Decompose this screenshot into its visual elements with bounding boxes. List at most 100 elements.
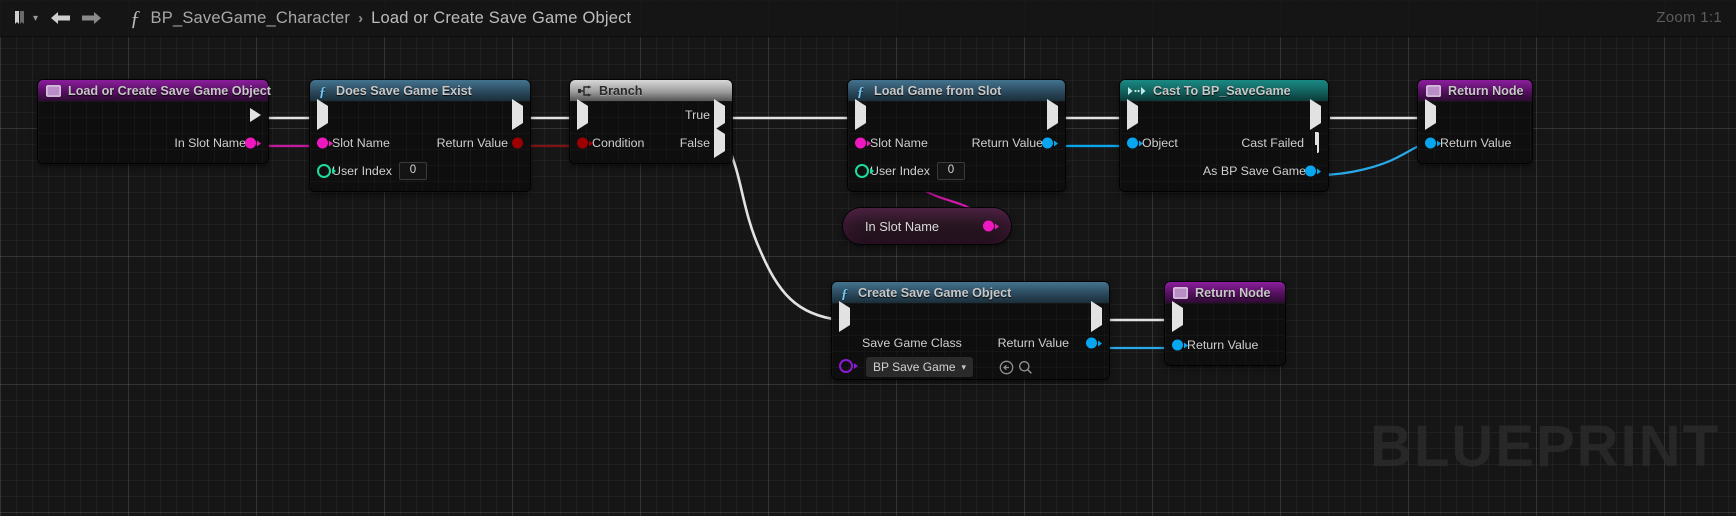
breadcrumb-item-blueprint[interactable]: BP_SaveGame_Character: [151, 9, 351, 28]
node-cast-to-bp-savegame[interactable]: Cast To BP_SaveGame Object Cast Failed A…: [1120, 80, 1328, 191]
node-return-top[interactable]: Return Node Return Value: [1418, 80, 1532, 163]
pin-row-exec[interactable]: [1165, 301, 1285, 332]
save-game-class-combobox[interactable]: BP Save Game ▾: [866, 357, 974, 377]
class-in-pin[interactable]: [839, 359, 858, 374]
object-out-pin[interactable]: [1086, 337, 1102, 349]
exec-out-false-pin[interactable]: [714, 127, 725, 158]
pin-label: Slot Name: [870, 136, 928, 150]
node-create-save-game-object[interactable]: ƒ Create Save Game Object Save Game Clas…: [832, 282, 1109, 379]
pin-row-exec-out[interactable]: [38, 101, 268, 129]
pin-row-exec-true[interactable]: True: [570, 99, 732, 130]
pin-row-exec[interactable]: [832, 301, 1109, 332]
exec-out-cast-failed-pin[interactable]: [1317, 132, 1319, 153]
pin-row-user-index[interactable]: User Index 0: [848, 157, 1065, 185]
node-header: ƒ Load Game from Slot: [848, 80, 1065, 101]
blueprint-watermark: BLUEPRINT: [1370, 414, 1720, 479]
node-header: ƒ Create Save Game Object: [832, 282, 1109, 303]
chevron-down-icon[interactable]: ▾: [33, 13, 38, 24]
pin-row-as-bp-save-game[interactable]: As BP Save Game: [1120, 157, 1328, 185]
pin-label: In Slot Name: [174, 136, 246, 150]
svg-text:ƒ: ƒ: [319, 85, 326, 98]
function-f-icon: ƒ: [318, 84, 329, 98]
node-load-game-from-slot[interactable]: ƒ Load Game from Slot Slot Name Return V…: [848, 80, 1065, 191]
object-out-pin[interactable]: [1042, 137, 1058, 149]
pin-row-save-game-class-label: Save Game Class Return Value: [832, 331, 1109, 355]
pin-label: Object: [1142, 136, 1178, 150]
pin-row-slot-name[interactable]: Slot Name Return Value: [310, 129, 530, 157]
exec-in-pin[interactable]: [1172, 301, 1183, 332]
node-title: Create Save Game Object: [858, 285, 1012, 300]
object-in-pin[interactable]: [1425, 137, 1441, 149]
function-f-icon: ƒ: [130, 5, 141, 30]
pin-row-return-value[interactable]: Return Value: [1165, 331, 1285, 359]
node-return-bottom[interactable]: Return Node Return Value: [1165, 282, 1285, 365]
function-f-icon: ƒ: [856, 84, 867, 98]
pin-row-condition-false[interactable]: Condition False: [570, 127, 732, 158]
node-does-save-game-exist[interactable]: ƒ Does Save Game Exist Slot Name Return …: [310, 80, 530, 191]
function-entry-icon: [46, 84, 61, 97]
pin-label-return-value: Return Value: [997, 336, 1069, 350]
node-function-entry[interactable]: Load or Create Save Game Object In Slot …: [38, 80, 271, 163]
object-out-pin[interactable]: [1305, 165, 1321, 177]
pin-row-in-slot-name[interactable]: In Slot Name: [38, 129, 268, 157]
bookmark-icon[interactable]: [6, 5, 32, 31]
object-in-pin[interactable]: [1172, 339, 1188, 351]
pin-row-exec[interactable]: [310, 99, 530, 130]
object-in-pin[interactable]: [1127, 137, 1143, 149]
pin-label: Return Value: [1187, 338, 1259, 352]
node-header: Return Node: [1165, 282, 1285, 303]
bool-out-pin[interactable]: [512, 137, 523, 149]
function-f-icon: ƒ: [840, 286, 851, 300]
exec-out-pin[interactable]: [250, 108, 261, 122]
graph-toolbar: ▾ ƒ BP_SaveGame_Character › Load or Crea…: [0, 0, 1736, 37]
back-arrow-icon[interactable]: [46, 5, 76, 31]
svg-text:ƒ: ƒ: [841, 287, 848, 300]
pin-row-object-castfailed[interactable]: Object Cast Failed: [1120, 129, 1328, 157]
exec-out-pin[interactable]: [1047, 99, 1058, 130]
name-out-pin[interactable]: [245, 137, 261, 149]
exec-in-pin[interactable]: [855, 99, 866, 130]
node-variable-getter-in-slot-name[interactable]: In Slot Name: [843, 208, 1011, 244]
search-icon[interactable]: [1017, 359, 1034, 376]
breadcrumb-separator: ›: [358, 9, 364, 27]
forward-arrow-icon[interactable]: [76, 5, 106, 31]
branch-icon: [578, 85, 592, 97]
node-branch[interactable]: Branch True Condition False: [570, 80, 732, 163]
exec-out-pin[interactable]: [512, 99, 523, 130]
pin-row-exec[interactable]: [1418, 99, 1532, 130]
node-title: Return Node: [1448, 83, 1524, 98]
pin-label: User Index: [870, 164, 930, 178]
pin-row-exec[interactable]: [848, 99, 1065, 130]
breadcrumb-item-graph[interactable]: Load or Create Save Game Object: [371, 9, 631, 28]
zoom-level-label: Zoom 1:1: [1656, 9, 1722, 26]
user-index-input[interactable]: 0: [398, 162, 427, 180]
exec-in-pin[interactable]: [317, 99, 328, 130]
int-in-pin[interactable]: [317, 164, 336, 178]
exec-in-pin[interactable]: [1425, 99, 1436, 130]
exec-in-pin[interactable]: [839, 301, 850, 332]
exec-out-pin[interactable]: [1310, 99, 1321, 130]
bool-in-pin[interactable]: [577, 137, 593, 149]
pin-label: Condition: [592, 136, 645, 150]
exec-in-pin[interactable]: [1127, 99, 1138, 130]
node-title: Cast To BP_SaveGame: [1153, 83, 1291, 98]
exec-in-pin[interactable]: [577, 99, 588, 130]
node-header: Return Node: [1418, 80, 1532, 101]
chevron-down-icon[interactable]: ▾: [962, 362, 967, 373]
name-out-pin[interactable]: [983, 220, 999, 232]
pin-row-exec[interactable]: [1120, 99, 1328, 130]
pin-row-slot-name[interactable]: Slot Name Return Value: [848, 129, 1065, 157]
reset-arrow-icon[interactable]: [998, 359, 1015, 376]
name-in-pin[interactable]: [855, 137, 871, 149]
int-in-pin[interactable]: [855, 164, 874, 178]
pin-row-return-value[interactable]: Return Value: [1418, 129, 1532, 157]
name-in-pin[interactable]: [317, 137, 333, 149]
exec-out-true-pin[interactable]: [714, 99, 725, 130]
node-header: Load or Create Save Game Object: [38, 80, 271, 101]
user-index-input[interactable]: 0: [936, 162, 965, 180]
pin-row-save-game-class-value[interactable]: BP Save Game ▾: [832, 355, 1109, 379]
pin-row-user-index[interactable]: User Index 0: [310, 157, 530, 185]
exec-out-pin[interactable]: [1091, 301, 1102, 332]
pin-label-return-value: Return Value: [436, 136, 508, 150]
pin-label: User Index: [332, 164, 392, 178]
